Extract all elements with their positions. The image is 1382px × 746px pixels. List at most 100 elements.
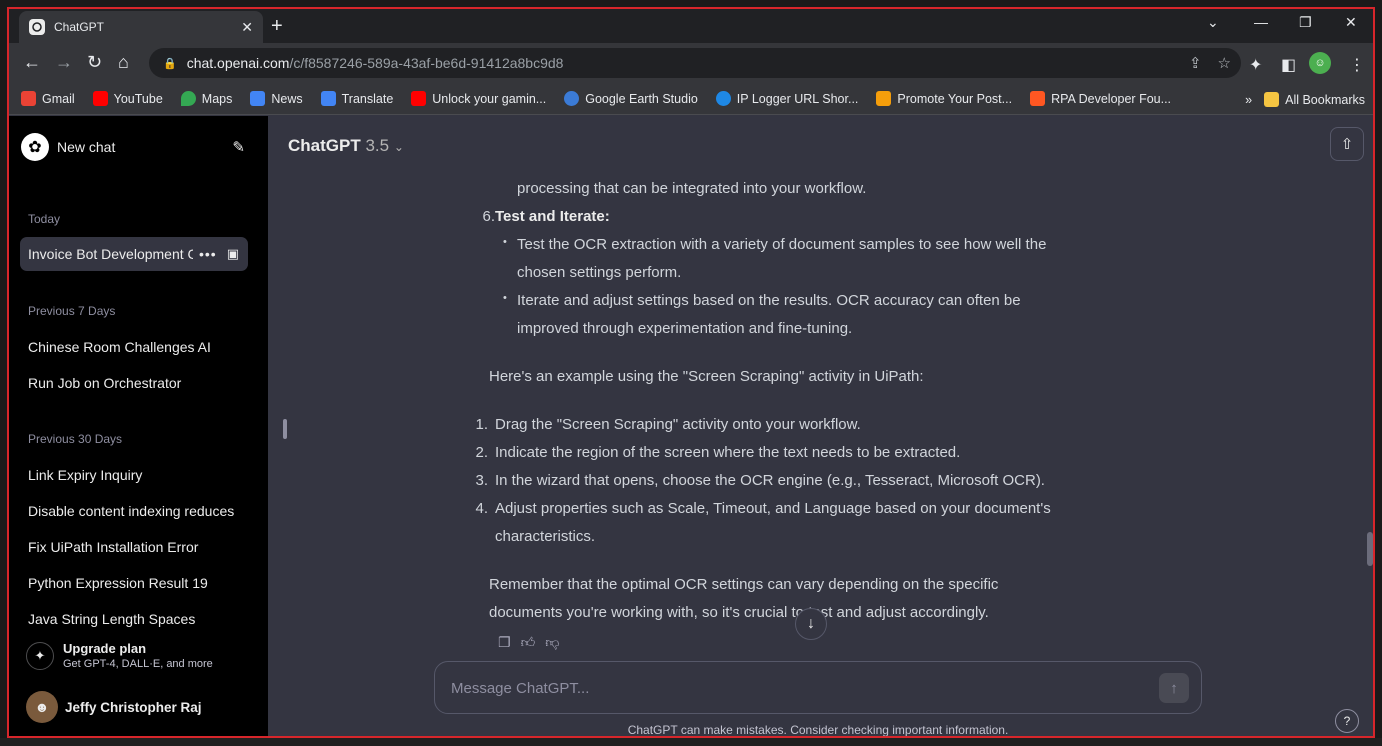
chat-item[interactable]: Java String Length Spaces [20, 602, 248, 636]
tab-search-icon[interactable]: ⌄ [1207, 14, 1219, 31]
message-line: Iterate and adjust settings based on the… [517, 292, 1021, 309]
upgrade-subtitle: Get GPT-4, DALL·E, and more [63, 658, 213, 670]
gmail-icon [21, 91, 36, 106]
message-line: Indicate the region of the screen where … [495, 444, 961, 461]
tab-bar: ChatGPT ✕ + ⌄ — ❐ ✕ [9, 9, 1373, 43]
chat-item[interactable]: Python Expression Result 19 [20, 566, 248, 600]
new-tab-icon[interactable]: + [271, 15, 283, 38]
edit-icon[interactable]: ✎ [232, 138, 245, 156]
message-input[interactable] [451, 676, 1131, 700]
message-composer: ↑ [434, 661, 1202, 714]
bookmark-translate[interactable]: Translate [320, 91, 393, 106]
maps-icon [180, 91, 196, 106]
chevron-down-icon: ⌄ [393, 140, 404, 154]
chat-item[interactable]: Fix UiPath Installation Error [20, 530, 248, 564]
chat-item[interactable]: Link Expiry Inquiry [20, 458, 248, 492]
back-icon[interactable]: ← [23, 53, 41, 71]
youtube-icon [411, 91, 427, 106]
chat-item[interactable]: Chinese Room Challenges AI [20, 330, 248, 364]
model-version: 3.5 [365, 136, 390, 155]
list-heading: Test and Iterate: [495, 208, 610, 225]
chat-item[interactable]: Disable content indexing reduces [20, 494, 248, 528]
rocket-icon [876, 91, 892, 106]
folder-icon [1264, 92, 1280, 107]
minimize-icon[interactable]: — [1254, 14, 1268, 30]
sidebar: ✿ New chat ✎ Today Invoice Bot Developme… [9, 116, 268, 736]
message-line: processing that can be integrated into y… [517, 180, 867, 197]
scrollbar[interactable] [1367, 532, 1373, 566]
side-panel-icon[interactable]: ◧ [1281, 55, 1296, 75]
share-page-icon[interactable]: ⇪ [1189, 54, 1202, 72]
message-line: chosen settings perform. [517, 264, 682, 281]
menu-kebab-icon[interactable]: ⋮ [1349, 55, 1365, 75]
message-paragraph: Remember that the optimal OCR settings c… [489, 576, 999, 593]
upgrade-title: Upgrade plan [63, 641, 147, 656]
chat-item[interactable]: Run Job on Orchestrator [20, 366, 248, 400]
help-button[interactable]: ? [1335, 709, 1359, 733]
bookmark-rpa-developer[interactable]: RPA Developer Fou... [1030, 91, 1171, 106]
window-close-icon[interactable]: ✕ [1345, 14, 1357, 31]
disclaimer: ChatGPT can make mistakes. Consider chec… [627, 723, 1009, 737]
send-button[interactable]: ↑ [1159, 673, 1189, 703]
sidebar-toggle-handle[interactable] [283, 419, 287, 439]
arrow-up-icon: ↑ [1170, 679, 1178, 697]
chat-main: ChatGPT 3.5 ⌄ ⇧ processing that can be i… [268, 116, 1373, 737]
taskbar [0, 738, 1382, 746]
list-number: 6. [482, 208, 495, 225]
earth-icon [564, 91, 580, 106]
chat-item-active[interactable]: Invoice Bot Development Challenges ••• ▣ [20, 237, 248, 271]
chat-item-label: Invoice Bot Development Challenges [28, 246, 193, 262]
thumbs-up-icon[interactable]: 👍︎ [521, 634, 536, 651]
tab-close-icon[interactable]: ✕ [241, 19, 253, 36]
bookmark-promote-post[interactable]: Promote Your Post... [876, 91, 1012, 106]
address-bar[interactable]: 🔒 chat.openai.com/c/f8587246-589a-43af-b… [149, 48, 1241, 78]
extensions-icon[interactable]: ✦ [1249, 55, 1262, 75]
upgrade-plan-button[interactable]: ✦ Upgrade plan Get GPT-4, DALL·E, and mo… [26, 641, 213, 670]
bookmark-star-icon[interactable]: ☆ [1218, 54, 1231, 72]
sparkle-icon: ✦ [26, 641, 54, 670]
news-icon [250, 91, 266, 106]
bookmark-unlock-gaming[interactable]: Unlock your gamin... [411, 91, 546, 106]
translate-icon [320, 91, 336, 106]
all-bookmarks[interactable]: » All Bookmarks [1245, 92, 1365, 107]
bookmark-maps[interactable]: Maps [180, 91, 232, 106]
thumbs-down-icon[interactable]: 👎︎ [545, 634, 559, 651]
section-label-today: Today [28, 212, 61, 226]
bookmark-news[interactable]: News [250, 91, 303, 106]
bookmark-google-earth-studio[interactable]: Google Earth Studio [564, 91, 698, 106]
more-options-icon[interactable]: ••• [199, 246, 217, 262]
profile-avatar-icon[interactable]: ☺ [1309, 52, 1331, 74]
copy-icon[interactable]: ❐ [498, 634, 511, 651]
bullet-icon: • [503, 236, 507, 248]
browser-window: ChatGPT ✕ + ⌄ — ❐ ✕ ← → ↻ ⌂ 🔒 chat.opena… [7, 7, 1375, 738]
browser-toolbar: ← → ↻ ⌂ 🔒 chat.openai.com/c/f8587246-589… [9, 43, 1373, 83]
share-button[interactable]: ⇧ [1330, 127, 1364, 161]
model-selector[interactable]: ChatGPT 3.5 ⌄ [288, 136, 404, 156]
lock-icon[interactable]: 🔒 [163, 57, 177, 70]
archive-icon[interactable]: ▣ [227, 246, 239, 262]
list-number: 1. [475, 416, 488, 433]
avatar: ☻ [26, 691, 58, 723]
message-line: Test the OCR extraction with a variety o… [517, 236, 1047, 253]
new-chat-button[interactable]: ✿ New chat ✎ [21, 128, 245, 166]
scroll-to-bottom-button[interactable]: ↓ [795, 608, 827, 640]
list-number: 4. [475, 500, 488, 517]
user-name: Jeffy Christopher Raj [65, 699, 202, 715]
bookmark-youtube[interactable]: YouTube [92, 91, 163, 106]
url-host: chat.openai.com [186, 55, 290, 71]
user-menu-button[interactable]: ☻ Jeffy Christopher Raj [26, 691, 202, 723]
more-bookmarks-icon[interactable]: » [1245, 93, 1252, 107]
share-icon: ⇧ [1340, 136, 1354, 153]
reload-icon[interactable]: ↻ [87, 53, 102, 71]
url-path: /c/f8587246-589a-43af-be6d-91412a8bc9d8 [289, 55, 564, 71]
home-icon[interactable]: ⌂ [118, 53, 129, 71]
browser-tab[interactable]: ChatGPT ✕ [19, 11, 263, 43]
list-number: 2. [475, 444, 488, 461]
bookmark-gmail[interactable]: Gmail [21, 91, 75, 106]
model-name: ChatGPT [288, 136, 361, 155]
forward-icon[interactable]: → [55, 53, 73, 71]
message-line: Drag the "Screen Scraping" activity onto… [495, 416, 861, 433]
chatgpt-favicon-icon [29, 19, 45, 35]
restore-icon[interactable]: ❐ [1299, 14, 1312, 31]
bookmark-ip-logger[interactable]: IP Logger URL Shor... [715, 91, 858, 106]
